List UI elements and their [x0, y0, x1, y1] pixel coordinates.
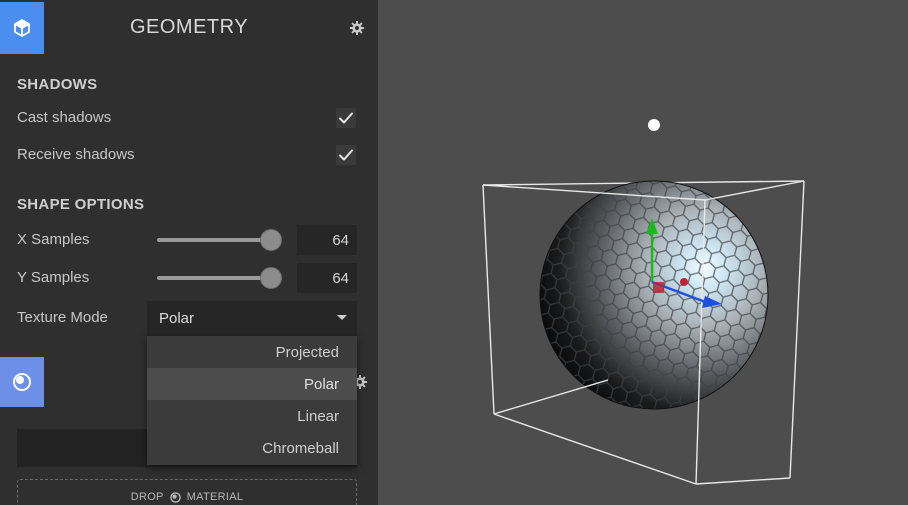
sphere-icon: [13, 373, 31, 391]
properties-panel: GEOMETRY SHADOWS Cast shadows Receive sh…: [0, 0, 378, 505]
x-samples-label: X Samples: [17, 231, 90, 248]
cast-shadows-label: Cast shadows: [17, 109, 112, 126]
shadows-section-title: SHADOWS: [17, 76, 98, 93]
y-samples-label: Y Samples: [17, 269, 90, 286]
receive-shadows-checkbox[interactable]: [336, 145, 356, 165]
check-icon: [339, 112, 353, 124]
dropdown-option-chromeball[interactable]: Chromeball: [147, 432, 357, 464]
cube-icon: [14, 19, 30, 37]
y-samples-slider[interactable]: [157, 268, 281, 288]
gizmo-z-axis[interactable]: [680, 278, 688, 286]
gizmo-plane-handle[interactable]: [653, 282, 664, 293]
drop-label-left: DROP: [130, 491, 164, 503]
material-sphere-icon: [169, 491, 181, 503]
3d-viewport[interactable]: [378, 0, 908, 505]
viewport-canvas[interactable]: [378, 0, 908, 505]
dropdown-option-linear[interactable]: Linear: [147, 400, 357, 432]
app-window: GEOMETRY SHADOWS Cast shadows Receive sh…: [0, 0, 908, 505]
y-samples-input[interactable]: 64: [297, 263, 357, 293]
x-samples-input[interactable]: 64: [297, 225, 357, 255]
check-icon: [339, 149, 353, 161]
material-tab[interactable]: [0, 357, 44, 407]
hex-sphere[interactable]: [500, 140, 816, 449]
drop-material-label: DROP MATERIAL: [18, 491, 356, 503]
shape-options-section-title: SHAPE OPTIONS: [17, 196, 145, 213]
gear-icon[interactable]: [349, 20, 365, 36]
panel-header: GEOMETRY: [0, 0, 378, 56]
y-samples-slider-thumb[interactable]: [261, 268, 281, 288]
x-samples-slider-thumb[interactable]: [261, 230, 281, 250]
texture-mode-dropdown: Projected Polar Linear Chromeball: [147, 336, 357, 465]
drop-label-right: MATERIAL: [186, 491, 244, 503]
geometry-tab[interactable]: [0, 2, 44, 54]
point-light-icon[interactable]: [648, 119, 660, 131]
drop-material-zone[interactable]: DROP MATERIAL: [17, 479, 357, 505]
dropdown-option-projected[interactable]: Projected: [147, 336, 357, 368]
dropdown-option-polar[interactable]: Polar: [147, 368, 357, 400]
cast-shadows-checkbox[interactable]: [336, 108, 356, 128]
chevron-down-icon: [337, 315, 347, 320]
texture-mode-select[interactable]: Polar: [147, 301, 357, 336]
texture-mode-selected-value: Polar: [159, 310, 195, 327]
panel-title: GEOMETRY: [129, 16, 249, 38]
texture-mode-label: Texture Mode: [17, 309, 108, 326]
x-samples-slider[interactable]: [157, 230, 281, 250]
receive-shadows-label: Receive shadows: [17, 146, 135, 163]
